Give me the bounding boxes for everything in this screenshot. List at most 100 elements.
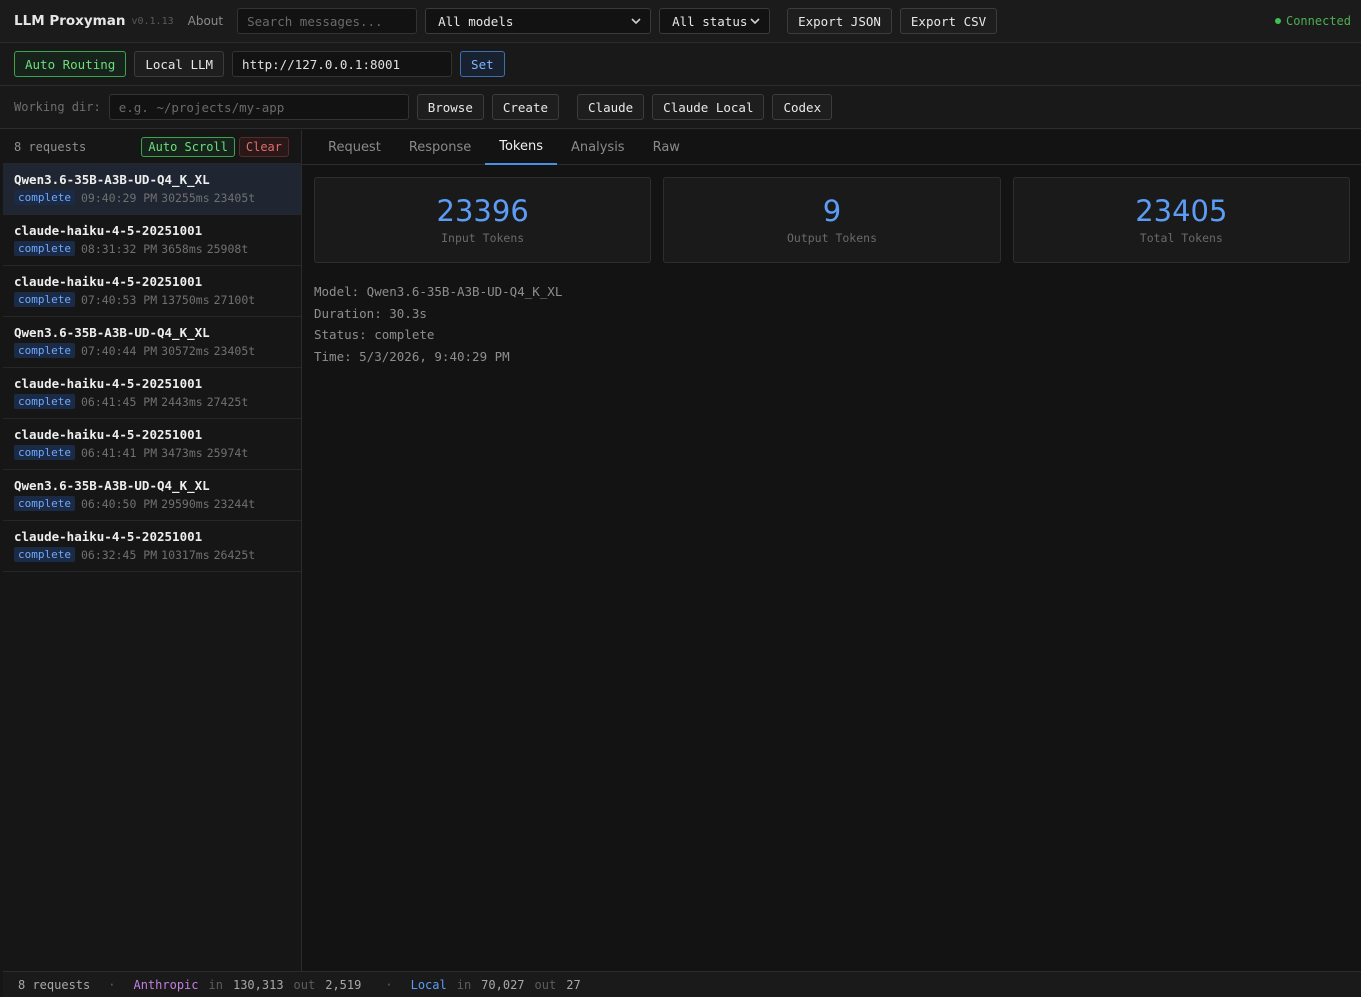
request-meta: complete 09:40:29 PM 30255ms 23405t	[14, 190, 290, 205]
auto-routing-button[interactable]: Auto Routing	[14, 51, 127, 77]
footer-local-out-label: out	[534, 977, 557, 992]
total-tokens-label: Total Tokens	[1139, 231, 1223, 245]
browse-button[interactable]: Browse	[416, 94, 484, 120]
status-badge: complete	[14, 445, 75, 460]
export-json-button[interactable]: Export JSON	[787, 8, 892, 34]
local-llm-button[interactable]: Local LLM	[134, 51, 225, 77]
claude-local-button[interactable]: Claude Local	[652, 94, 765, 120]
request-tokens: 26425t	[213, 547, 256, 562]
footer-anthropic-in-label: in	[208, 977, 223, 992]
request-list-item[interactable]: Qwen3.6-35B-A3B-UD-Q4_K_XL complete 09:40:…	[3, 164, 301, 215]
footer-request-count: 8 requests	[18, 977, 91, 992]
request-list-panel: 8 requests Auto Scroll Clear Qwen3.6-35B…	[3, 130, 302, 971]
local-url-input[interactable]: http://127.0.0.1:8001	[232, 51, 453, 77]
input-tokens-value: 23396	[436, 194, 529, 228]
footer-local-out-value: 27	[566, 977, 581, 992]
connection-label: Connected	[1285, 14, 1351, 28]
request-tokens: 23244t	[213, 496, 256, 511]
request-list-item[interactable]: claude-haiku-4-5-20251001 complete 06:41:4…	[3, 368, 301, 419]
request-model: Qwen3.6-35B-A3B-UD-Q4_K_XL	[14, 478, 210, 493]
detail-duration: Duration: 30.3s	[314, 305, 427, 321]
app-version: v0.1.13	[131, 15, 174, 27]
request-list-item[interactable]: Qwen3.6-35B-A3B-UD-Q4_K_XL complete 06:40:…	[3, 470, 301, 521]
request-duration: 10317ms	[161, 547, 210, 562]
request-meta: complete 06:40:50 PM 29590ms 23244t	[14, 496, 290, 511]
request-tokens: 25908t	[206, 241, 249, 256]
tab-raw[interactable]: Raw	[639, 130, 694, 165]
request-details: Model: Qwen3.6-35B-A3B-UD-Q4_K_XL Durati…	[302, 263, 1361, 385]
output-tokens-card: 9 Output Tokens	[663, 177, 1001, 263]
search-placeholder: Search messages...	[247, 13, 383, 29]
request-tokens: 23405t	[213, 343, 256, 358]
request-time: 09:40:29 PM	[80, 190, 158, 205]
request-time: 06:41:45 PM	[80, 394, 158, 409]
footer-separator: ·	[108, 977, 116, 992]
input-tokens-card: 23396 Input Tokens	[314, 177, 652, 263]
footer-local-in-value: 70,027	[481, 977, 525, 992]
request-meta: complete 06:41:41 PM 3473ms 25974t	[14, 445, 290, 460]
tab-tokens[interactable]: Tokens	[485, 130, 558, 165]
workdir-input[interactable]: e.g. ~/projects/my-app	[108, 94, 409, 120]
set-url-button[interactable]: Set	[460, 51, 505, 77]
model-filter-select[interactable]: All models	[425, 8, 652, 34]
status-badge: complete	[14, 547, 75, 562]
detail-model: Model: Qwen3.6-35B-A3B-UD-Q4_K_XL	[314, 284, 563, 299]
footer-local-label: Local	[410, 977, 447, 992]
request-list-item[interactable]: claude-haiku-4-5-20251001 complete 06:41:4…	[3, 419, 301, 470]
request-duration: 2443ms	[161, 394, 203, 409]
request-duration: 29590ms	[161, 496, 210, 511]
search-input[interactable]: Search messages...	[237, 8, 418, 34]
footer-anthropic-out-value: 2,519	[325, 977, 362, 992]
request-duration: 3473ms	[161, 445, 203, 460]
token-cards: 23396 Input Tokens 9 Output Tokens 23405…	[302, 165, 1361, 263]
request-time: 06:41:41 PM	[80, 445, 158, 460]
request-model: claude-haiku-4-5-20251001	[14, 529, 203, 544]
request-duration: 13750ms	[161, 292, 210, 307]
status-dot-icon	[1274, 18, 1281, 24]
footer-anthropic-label: Anthropic	[133, 977, 199, 992]
chevron-down-icon	[630, 15, 642, 27]
tab-analysis[interactable]: Analysis	[557, 130, 639, 165]
workdir-label: Working dir:	[14, 100, 101, 114]
status-footer: 8 requests · Anthropic in 130,313 out 2,…	[3, 971, 1361, 997]
workdir-placeholder: e.g. ~/projects/my-app	[118, 99, 285, 115]
request-meta: complete 08:31:32 PM 3658ms 25908t	[14, 241, 290, 256]
request-list-item[interactable]: claude-haiku-4-5-20251001 complete 08:31:3…	[3, 215, 301, 266]
clear-button[interactable]: Clear	[238, 136, 289, 157]
request-list-item[interactable]: claude-haiku-4-5-20251001 complete 07:40:5…	[3, 266, 301, 317]
output-tokens-value: 9	[822, 194, 842, 228]
request-time: 07:40:53 PM	[80, 292, 158, 307]
request-meta: complete 06:41:45 PM 2443ms 27425t	[14, 394, 290, 409]
claude-button[interactable]: Claude	[577, 94, 645, 120]
top-toolbar: LLM Proxyman v0.1.13 About Search messag…	[0, 0, 1361, 43]
request-tokens: 27425t	[206, 394, 249, 409]
status-badge: complete	[14, 394, 75, 409]
tab-response[interactable]: Response	[395, 130, 485, 165]
footer-anthropic-out-label: out	[293, 977, 316, 992]
status-filter-select[interactable]: All status	[659, 8, 771, 34]
request-list-item[interactable]: claude-haiku-4-5-20251001 complete 06:32:4…	[3, 521, 301, 572]
request-list: Qwen3.6-35B-A3B-UD-Q4_K_XL complete 09:40:…	[3, 164, 301, 572]
request-time: 06:40:50 PM	[80, 496, 158, 511]
detail-time: Time: 5/3/2026, 9:40:29 PM	[314, 348, 510, 364]
export-csv-button[interactable]: Export CSV	[899, 8, 998, 34]
app-title: LLM Proxyman	[14, 13, 126, 29]
model-filter-value: All models	[438, 13, 514, 29]
create-button[interactable]: Create	[491, 94, 560, 120]
footer-local-in-label: in	[456, 977, 472, 992]
connection-status: Connected	[1274, 14, 1351, 28]
status-filter-value: All status	[672, 13, 748, 29]
auto-scroll-toggle[interactable]: Auto Scroll	[141, 136, 235, 157]
request-model: claude-haiku-4-5-20251001	[14, 376, 203, 391]
chevron-down-icon	[749, 15, 761, 27]
request-time: 07:40:44 PM	[80, 343, 158, 358]
status-badge: complete	[14, 190, 75, 205]
request-count: 8 requests	[14, 139, 87, 154]
detail-tabs: Request Response Tokens Analysis Raw	[302, 130, 1361, 165]
request-tokens: 27100t	[213, 292, 256, 307]
tab-request[interactable]: Request	[314, 130, 395, 165]
request-model: Qwen3.6-35B-A3B-UD-Q4_K_XL	[14, 172, 210, 187]
codex-button[interactable]: Codex	[772, 94, 833, 120]
about-link[interactable]: About	[188, 14, 223, 28]
request-list-item[interactable]: Qwen3.6-35B-A3B-UD-Q4_K_XL complete 07:40:…	[3, 317, 301, 368]
